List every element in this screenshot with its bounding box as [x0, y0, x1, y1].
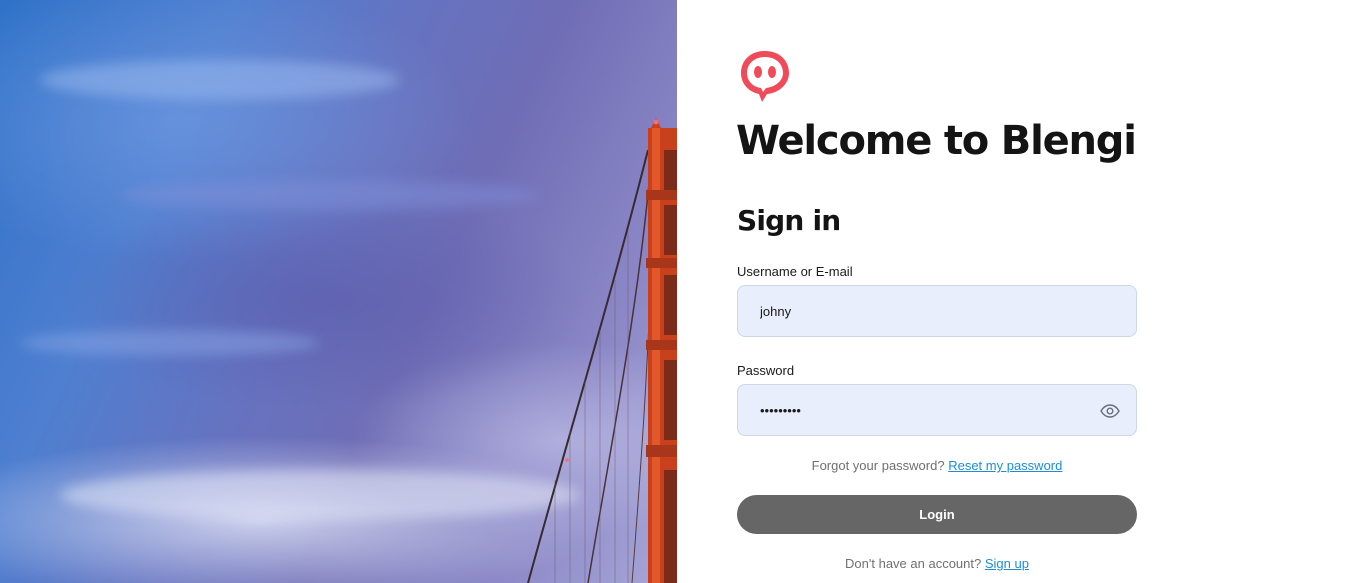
login-page: Welcome to Blengi Sign in Username or E-… [0, 0, 1346, 583]
eye-icon[interactable] [1100, 402, 1120, 420]
signup-prompt-text: Don't have an account? [845, 556, 982, 571]
bridge-illustration [527, 118, 677, 583]
password-input[interactable] [758, 401, 1116, 419]
signin-title: Sign in [737, 204, 841, 237]
hero-photo-bridge [0, 0, 677, 583]
reset-password-link[interactable]: Reset my password [948, 458, 1062, 473]
username-field[interactable] [737, 285, 1137, 337]
username-label: Username or E-mail [737, 264, 853, 279]
password-label: Password [737, 363, 795, 378]
login-button[interactable]: Login [737, 495, 1137, 534]
signin-panel: Welcome to Blengi Sign in Username or E-… [677, 0, 1346, 583]
signup-row: Don't have an account? Sign up [737, 556, 1137, 571]
speech-bubble-face-icon [741, 51, 789, 102]
forgot-password-row: Forgot your password? Reset my password [737, 458, 1137, 473]
signup-link[interactable]: Sign up [985, 556, 1029, 571]
welcome-title: Welcome to Blengi [736, 118, 1137, 164]
username-input[interactable] [758, 302, 1116, 320]
forgot-password-text: Forgot your password? [811, 458, 945, 473]
password-field[interactable] [737, 384, 1137, 436]
